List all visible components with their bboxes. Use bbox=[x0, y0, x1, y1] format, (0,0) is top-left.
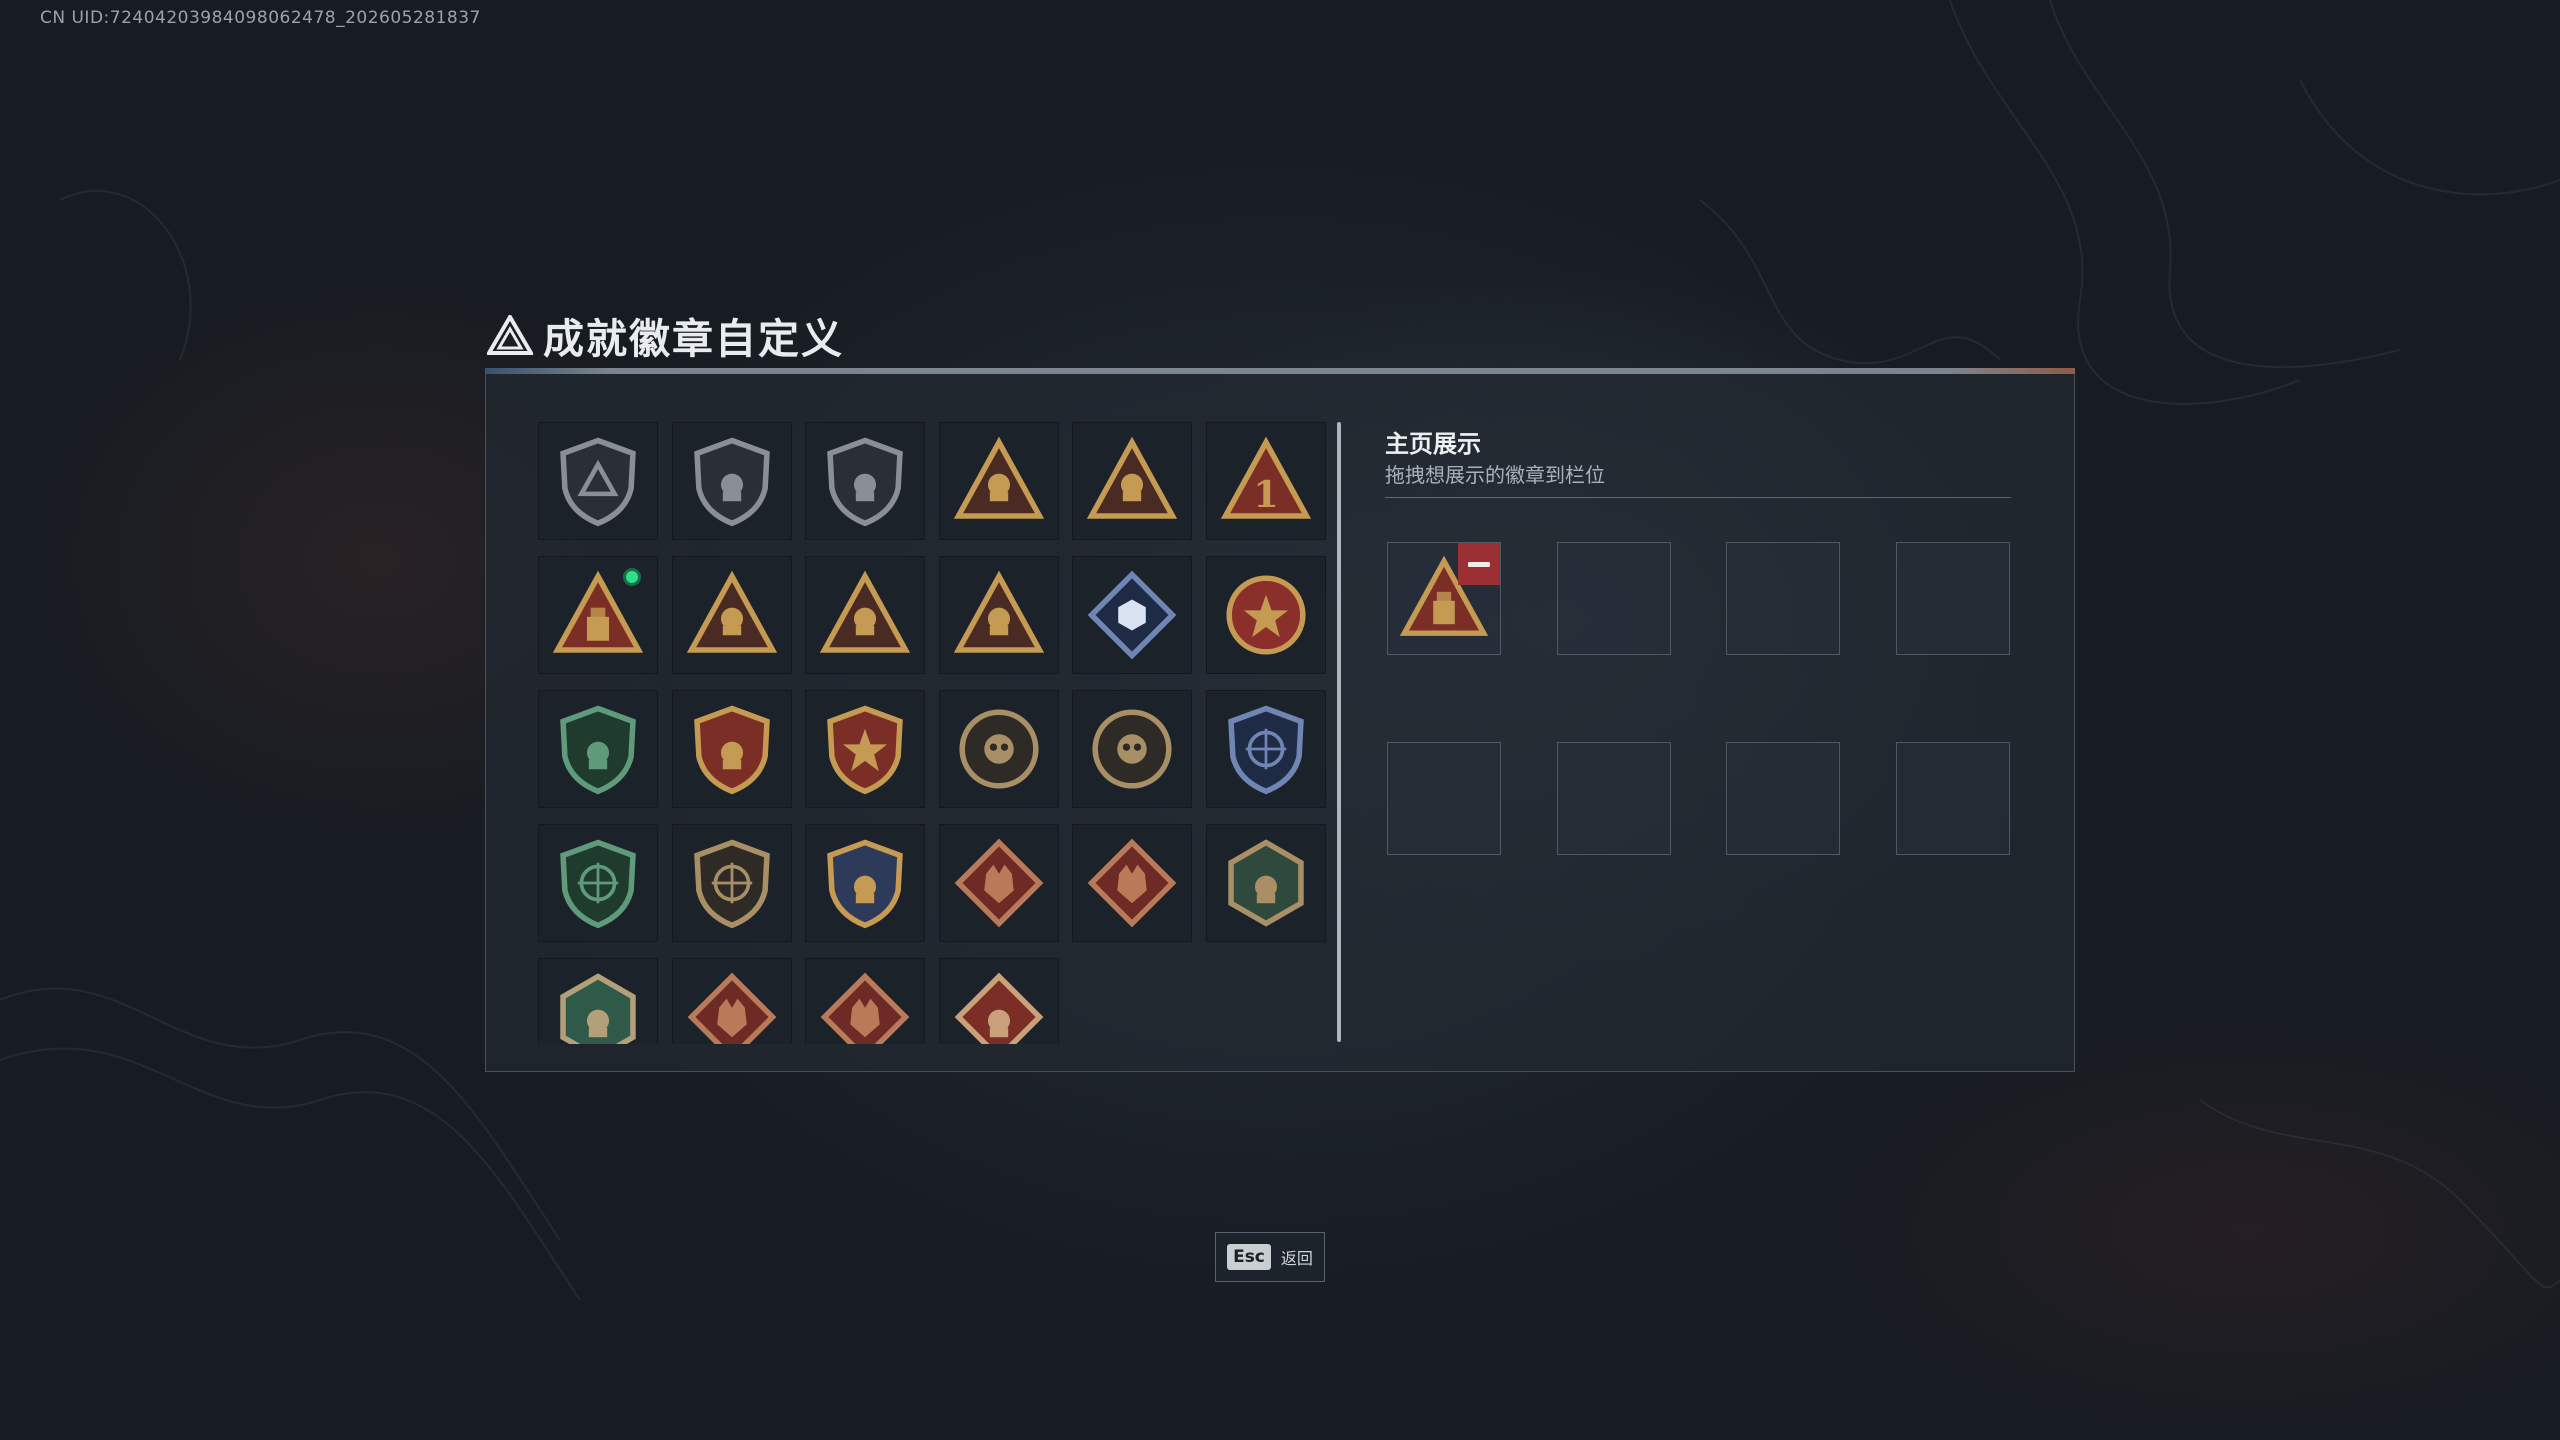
badge-shield-triangle-icon bbox=[560, 437, 636, 527]
back-button[interactable]: Esc 返回 bbox=[1215, 1232, 1325, 1282]
badge-green-shield-target-icon bbox=[560, 839, 636, 929]
badge-triangle-one[interactable]: 1 bbox=[1205, 422, 1326, 540]
badge-red-crest-star[interactable] bbox=[805, 690, 925, 808]
badge-diamond-dragon-2-icon bbox=[820, 972, 910, 1044]
showcase-slot-6[interactable] bbox=[1557, 742, 1671, 855]
badge-diamond-wolf-icon bbox=[954, 838, 1043, 928]
page-header: 成就徽章自定义 bbox=[487, 305, 844, 365]
badge-triangle-squad[interactable] bbox=[805, 556, 925, 674]
badge-red-crest-wrench-icon bbox=[693, 705, 770, 795]
panel-top-divider bbox=[485, 368, 2075, 374]
badge-triangle-one-icon: 1 bbox=[1220, 436, 1311, 519]
showcase-slot-2[interactable] bbox=[1557, 542, 1671, 655]
badge-diamond-cube[interactable] bbox=[1072, 556, 1192, 674]
badge-diamond-runner[interactable] bbox=[938, 958, 1059, 1044]
badge-triangle-boat-icon bbox=[1086, 436, 1178, 519]
badge-round-scope[interactable] bbox=[671, 824, 792, 942]
badge-diamond-cube-icon bbox=[1087, 570, 1177, 660]
showcase-subtitle: 拖拽想展示的徽章到栏位 bbox=[1385, 463, 1605, 487]
badge-diamond-runner-icon bbox=[954, 972, 1043, 1044]
badge-red-crest-star-icon bbox=[827, 705, 903, 795]
triangle-logo-icon bbox=[487, 315, 533, 355]
badge-shield-blades[interactable] bbox=[805, 422, 925, 540]
svg-text:1: 1 bbox=[1253, 472, 1279, 516]
badge-star-medal-icon bbox=[1225, 575, 1306, 655]
minus-icon bbox=[1468, 561, 1490, 567]
badge-green-shield-emblem-icon bbox=[560, 705, 636, 795]
badge-diamond-dragon-2[interactable] bbox=[805, 958, 925, 1044]
badge-gold-shield-tools[interactable] bbox=[805, 824, 925, 942]
badge-diamond-wolf-2-icon bbox=[1087, 838, 1177, 928]
showcase-slot-5[interactable] bbox=[1387, 742, 1501, 855]
badge-diamond-wolf[interactable] bbox=[938, 824, 1059, 942]
badge-shield-helicopter-icon bbox=[693, 437, 770, 527]
user-uid-text: CN UID:7240420398409806​2478_20260528183… bbox=[40, 8, 481, 28]
badge-triangle-armor-icon bbox=[953, 436, 1044, 519]
badge-star-medal[interactable] bbox=[1205, 556, 1326, 674]
badge-shield-triangle[interactable] bbox=[538, 422, 658, 540]
badge-gold-shield-tools-icon bbox=[827, 839, 903, 929]
badge-triangle-heart-icon bbox=[686, 570, 777, 653]
badge-hex-eagle-icon bbox=[1227, 839, 1304, 927]
remove-badge-button[interactable] bbox=[1458, 543, 1500, 585]
new-indicator-dot bbox=[623, 568, 641, 586]
badge-round-skull[interactable] bbox=[938, 690, 1059, 808]
esc-key-icon: Esc bbox=[1227, 1244, 1271, 1270]
badge-hex-gun-icon bbox=[560, 973, 636, 1044]
badge-triangle-rocket-icon bbox=[953, 570, 1044, 653]
badge-triangle-armor[interactable] bbox=[938, 422, 1059, 540]
badge-round-scope-icon bbox=[693, 839, 770, 929]
badge-round-skull-icon bbox=[958, 709, 1039, 789]
showcase-slot-8[interactable] bbox=[1896, 742, 2010, 855]
badge-triangle-crate[interactable] bbox=[538, 556, 658, 674]
badge-shield-helicopter[interactable] bbox=[671, 422, 792, 540]
badge-diamond-wolf-2[interactable] bbox=[1072, 824, 1192, 942]
badge-blue-shield-target-icon bbox=[1227, 705, 1304, 795]
showcase-slot-3[interactable] bbox=[1726, 542, 1840, 655]
badge-triangle-boat[interactable] bbox=[1072, 422, 1192, 540]
showcase-slot-7[interactable] bbox=[1726, 742, 1840, 855]
badge-shield-blades-icon bbox=[827, 437, 903, 527]
back-label: 返回 bbox=[1280, 1249, 1313, 1268]
badge-diamond-dragon[interactable] bbox=[671, 958, 792, 1044]
badge-triangle-heart[interactable] bbox=[671, 556, 792, 674]
badge-triangle-rocket[interactable] bbox=[938, 556, 1059, 674]
badge-hex-gun[interactable] bbox=[538, 958, 658, 1044]
showcase-divider bbox=[1385, 497, 2011, 498]
badge-triangle-squad-icon bbox=[819, 570, 911, 653]
badge-grid-scrollbar[interactable] bbox=[1337, 422, 1341, 1042]
showcase-slot-1[interactable] bbox=[1387, 542, 1501, 655]
badge-round-gear-icon bbox=[1092, 709, 1172, 789]
showcase-slot-4[interactable] bbox=[1896, 542, 2010, 655]
page-title: 成就徽章自定义 bbox=[543, 315, 844, 363]
badge-green-shield-target[interactable] bbox=[538, 824, 658, 942]
badge-green-shield-emblem[interactable] bbox=[538, 690, 658, 808]
badge-hex-eagle[interactable] bbox=[1205, 824, 1326, 942]
badge-grid: 1 bbox=[538, 422, 1330, 1044]
badge-round-gear[interactable] bbox=[1072, 690, 1192, 808]
badge-diamond-dragon-icon bbox=[687, 972, 776, 1044]
showcase-title: 主页展示 bbox=[1385, 430, 1481, 458]
badge-blue-shield-target[interactable] bbox=[1205, 690, 1326, 808]
badge-red-crest-wrench[interactable] bbox=[671, 690, 792, 808]
